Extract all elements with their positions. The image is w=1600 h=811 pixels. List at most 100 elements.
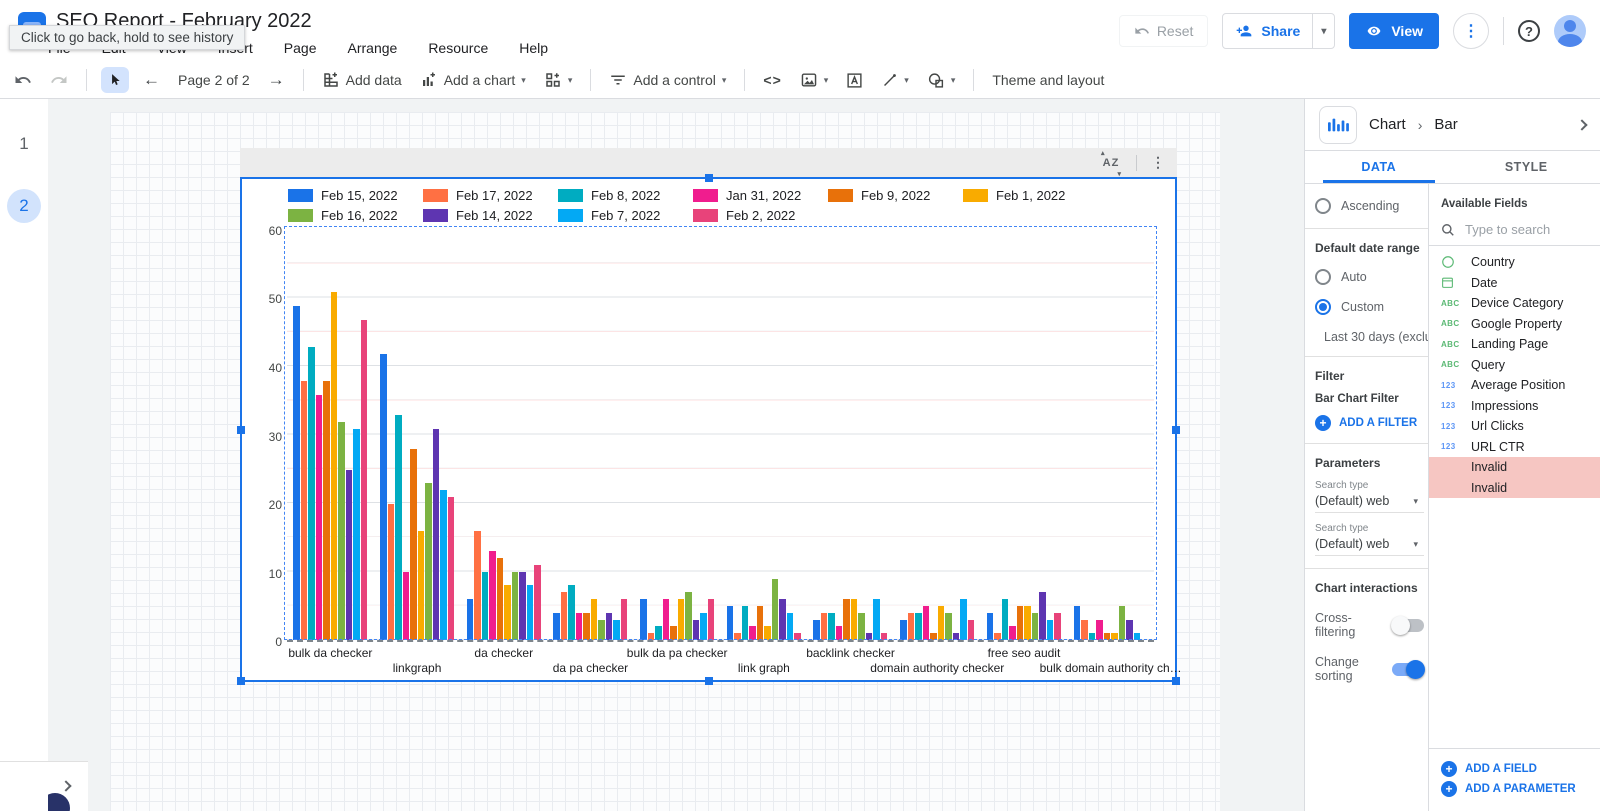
bar[interactable] bbox=[866, 633, 873, 640]
sort-az-icon[interactable]: ▴ AZ ▾ bbox=[1100, 153, 1122, 173]
bar[interactable] bbox=[678, 599, 685, 640]
legend-item[interactable]: Jan 31, 2022 bbox=[693, 185, 828, 205]
field-item-impressions[interactable]: 123Impressions bbox=[1429, 396, 1600, 417]
legend-item[interactable]: Feb 14, 2022 bbox=[423, 205, 558, 225]
bar[interactable] bbox=[742, 606, 749, 640]
bar[interactable] bbox=[1002, 599, 1009, 640]
bar[interactable] bbox=[380, 354, 387, 640]
more-options-icon[interactable]: ⋮ bbox=[1453, 13, 1489, 49]
bar[interactable] bbox=[308, 347, 315, 640]
parameter-select[interactable]: (Default) web▾ bbox=[1315, 534, 1424, 556]
resize-handle-bottom-right[interactable] bbox=[1172, 677, 1180, 685]
resize-handle-right[interactable] bbox=[1172, 426, 1180, 434]
chart-more-options-icon[interactable]: ⋮ bbox=[1151, 154, 1165, 171]
chevron-down-icon[interactable] bbox=[1576, 119, 1587, 130]
bar[interactable] bbox=[576, 613, 583, 640]
undo-button[interactable] bbox=[10, 68, 36, 92]
bar[interactable] bbox=[994, 633, 1001, 640]
bar[interactable] bbox=[1104, 633, 1111, 640]
page-indicator[interactable]: Page 2 of 2 bbox=[174, 69, 254, 91]
theme-and-layout-button[interactable]: Theme and layout bbox=[988, 69, 1108, 91]
bar[interactable] bbox=[836, 626, 843, 640]
menu-arrange[interactable]: Arrange bbox=[346, 38, 400, 58]
sort-ascending-option[interactable]: Ascending bbox=[1315, 198, 1428, 214]
bar[interactable] bbox=[843, 599, 850, 640]
select-tool-button[interactable] bbox=[101, 67, 129, 93]
bar[interactable] bbox=[794, 633, 801, 640]
bar[interactable] bbox=[1054, 613, 1061, 640]
bar[interactable] bbox=[968, 620, 975, 640]
bar[interactable] bbox=[1047, 620, 1054, 640]
breadcrumb-chart[interactable]: Chart bbox=[1369, 116, 1406, 133]
bar[interactable] bbox=[858, 613, 865, 640]
bar[interactable] bbox=[640, 599, 647, 640]
bar[interactable] bbox=[1119, 606, 1126, 640]
bar[interactable] bbox=[606, 613, 613, 640]
field-item-date[interactable]: Date bbox=[1429, 273, 1600, 294]
bar[interactable] bbox=[881, 633, 888, 640]
bar[interactable] bbox=[1081, 620, 1088, 640]
redo-button[interactable] bbox=[46, 68, 72, 92]
bar[interactable] bbox=[685, 592, 692, 640]
bar[interactable] bbox=[293, 306, 300, 640]
legend-item[interactable]: Feb 16, 2022 bbox=[288, 205, 423, 225]
bar[interactable] bbox=[583, 613, 590, 640]
add-data-button[interactable]: Add data bbox=[318, 68, 406, 92]
bar[interactable] bbox=[621, 599, 628, 640]
community-visualizations-button[interactable]: ▾ bbox=[540, 68, 577, 92]
bar[interactable] bbox=[708, 599, 715, 640]
field-search-input[interactable] bbox=[1465, 222, 1575, 237]
resize-handle-bottom-left[interactable] bbox=[237, 677, 245, 685]
bar[interactable] bbox=[1074, 606, 1081, 640]
resize-handle-top[interactable] bbox=[705, 174, 713, 182]
add-control-button[interactable]: Add a control ▾ bbox=[605, 69, 730, 91]
bar[interactable] bbox=[425, 483, 432, 640]
date-range-value-chip[interactable]: Last 30 days (exclud... bbox=[1315, 329, 1428, 344]
add-shape-button[interactable]: ▾ bbox=[923, 69, 960, 92]
bar[interactable] bbox=[519, 572, 526, 640]
bar[interactable] bbox=[361, 320, 368, 640]
bar[interactable] bbox=[403, 572, 410, 640]
bar[interactable] bbox=[923, 606, 930, 640]
bar[interactable] bbox=[1024, 606, 1031, 640]
legend-item[interactable]: Feb 17, 2022 bbox=[423, 185, 558, 205]
parameter-select[interactable]: (Default) web▾ bbox=[1315, 491, 1424, 513]
bar[interactable] bbox=[663, 599, 670, 640]
bar[interactable] bbox=[512, 572, 519, 640]
bar[interactable] bbox=[388, 504, 395, 640]
page-thumb-2[interactable]: 2 bbox=[0, 189, 48, 223]
chart-body[interactable]: Feb 15, 2022Feb 17, 2022Feb 8, 2022Jan 3… bbox=[240, 177, 1177, 682]
bar[interactable] bbox=[655, 626, 662, 640]
legend-item[interactable]: Feb 8, 2022 bbox=[558, 185, 693, 205]
date-range-option-custom[interactable]: Custom bbox=[1315, 299, 1428, 315]
bar[interactable] bbox=[915, 613, 922, 640]
bar[interactable] bbox=[301, 381, 308, 640]
bar[interactable] bbox=[1134, 633, 1141, 640]
field-search[interactable] bbox=[1429, 218, 1600, 246]
bar[interactable] bbox=[1096, 620, 1103, 640]
bar[interactable] bbox=[1009, 626, 1016, 640]
bar[interactable] bbox=[482, 572, 489, 640]
help-icon[interactable]: ? bbox=[1518, 20, 1540, 42]
bar[interactable] bbox=[851, 599, 858, 640]
bar[interactable] bbox=[448, 497, 455, 640]
bar[interactable] bbox=[497, 558, 504, 640]
bar[interactable] bbox=[613, 620, 620, 640]
bar[interactable] bbox=[331, 292, 338, 640]
bar[interactable] bbox=[395, 415, 402, 640]
bar[interactable] bbox=[787, 613, 794, 640]
add-a-parameter-button[interactable]: + ADD A PARAMETER bbox=[1441, 781, 1600, 797]
toggle-change-sorting[interactable] bbox=[1392, 663, 1424, 676]
add-a-field-button[interactable]: + ADD A FIELD bbox=[1441, 761, 1600, 777]
bar-chart-type-icon[interactable] bbox=[1319, 106, 1357, 144]
add-filter-button[interactable]: + ADD A FILTER bbox=[1315, 415, 1428, 431]
share-button[interactable]: Share ▾ bbox=[1222, 13, 1335, 49]
bar[interactable] bbox=[727, 606, 734, 640]
bar[interactable] bbox=[813, 620, 820, 640]
add-image-button[interactable]: ▾ bbox=[796, 69, 833, 91]
bar[interactable] bbox=[467, 599, 474, 640]
bar[interactable] bbox=[534, 565, 541, 640]
add-line-button[interactable]: ▾ bbox=[877, 69, 913, 92]
bar[interactable] bbox=[353, 429, 360, 640]
bar[interactable] bbox=[900, 620, 907, 640]
